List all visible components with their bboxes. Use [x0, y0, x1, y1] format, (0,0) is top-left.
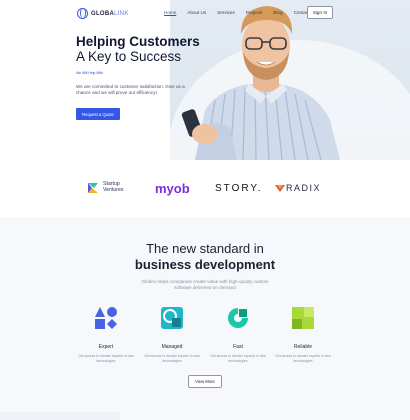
logo[interactable]: GLOBALINK [77, 8, 129, 19]
feature-expert: Expert Get access to domain experts in n… [76, 307, 136, 363]
brand-logos: Startup Ventures myob STORY. RADIX [0, 170, 410, 206]
brand-radix: RADIX [275, 170, 321, 206]
feature-desc: Get access to domain experts in new tech… [275, 354, 331, 363]
footer-strip [0, 412, 120, 420]
sign-in-button[interactable]: Sign In [307, 6, 333, 19]
section-title-line1: The new standard in [146, 241, 264, 256]
feature-title: Fast [233, 344, 243, 350]
radix-icon [275, 185, 285, 192]
nav-about[interactable]: About Us [187, 10, 206, 15]
logo-text: GLOBALINK [91, 10, 129, 17]
nav-services[interactable]: Services [217, 10, 235, 15]
nav-blog[interactable]: Blog [273, 10, 282, 15]
managed-icon [161, 307, 183, 329]
view-more-button[interactable]: View More [188, 375, 222, 388]
brand-story: STORY. [215, 182, 263, 194]
nav-projects[interactable]: Projects [246, 10, 263, 15]
globe-icon [77, 8, 88, 19]
feature-desc: Get access to domain experts in new tech… [144, 354, 200, 363]
feature-desc: Get access to domain experts in new tech… [78, 354, 134, 363]
feature-fast: Fast Get access to domain experts in new… [208, 307, 268, 363]
hero-description: We are committed to customer satisfactio… [76, 84, 185, 95]
site-header: GLOBALINK Home About Us Services Project… [0, 0, 410, 26]
startup-ventures-icon [88, 183, 98, 193]
section-description: Globex helps companies create value with… [141, 279, 269, 290]
feature-title: Expert [98, 344, 114, 350]
brand-startup-ventures: Startup Ventures [86, 170, 123, 206]
nav-home[interactable]: Home [164, 10, 176, 15]
feature-title: Managed [161, 344, 183, 350]
feature-title: Reliable [293, 344, 313, 350]
fast-icon [228, 308, 248, 328]
brand-myob: myob [155, 180, 190, 196]
section-title-line2: business development [134, 257, 276, 272]
radix-text: RADIX [286, 183, 322, 193]
reliable-icon [292, 307, 314, 329]
main-nav: Home About Us Services Projects Blog Con… [164, 10, 327, 15]
feature-desc: Get access to domain experts in new tech… [210, 354, 266, 363]
request-quote-button[interactable]: Request a Quote [76, 108, 120, 120]
hero-title-bold: Helping Customers [76, 34, 200, 49]
hero-title-light: A Key to Success [76, 49, 182, 64]
feature-managed: Managed Get access to domain experts in … [142, 307, 202, 363]
shapes-icon [95, 307, 117, 329]
startup-ventures-text: Startup Ventures [103, 181, 124, 193]
feature-reliable: Reliable Get access to domain experts in… [273, 307, 333, 363]
hero-small-link[interactable]: We Will Help With [76, 71, 103, 75]
